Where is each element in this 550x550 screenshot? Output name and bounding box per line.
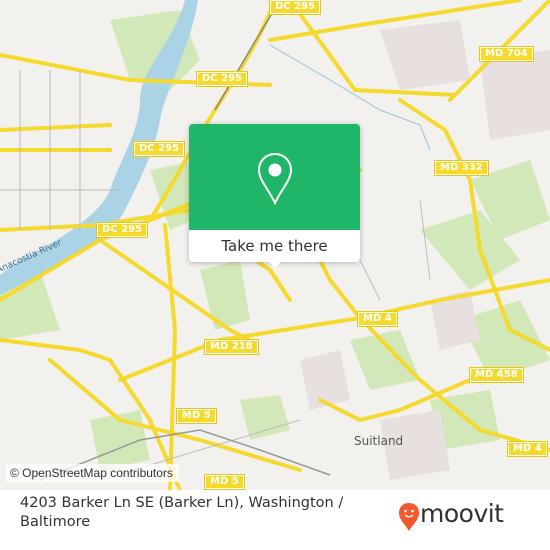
popup-pointer <box>267 260 283 268</box>
location-popup: Take me there <box>189 124 360 268</box>
road-shield-md218: MD 218 <box>204 339 259 355</box>
map[interactable]: Anacostia River DC 295 DC 295 DC 295 DC … <box>0 0 550 490</box>
footer: 4203 Barker Ln SE (Barker Ln), Washingto… <box>0 490 550 550</box>
moovit-pin-icon <box>399 503 419 531</box>
road-shield-md4: MD 4 <box>507 441 548 457</box>
road-shield-dc295: DC 295 <box>96 222 148 238</box>
railway-north <box>214 0 281 111</box>
road-shield-md5: MD 5 <box>176 408 217 424</box>
road-shield-dc295: DC 295 <box>133 141 185 157</box>
road-shield-md4: MD 4 <box>357 311 398 327</box>
map-pin-icon <box>257 152 293 206</box>
attribution[interactable]: © OpenStreetMap contributors <box>6 464 179 482</box>
place-label-suitland: Suitland <box>354 434 404 448</box>
moovit-wordmark: moovit <box>420 499 504 528</box>
road-shield-md458: MD 458 <box>469 367 524 383</box>
road-shield-md704: MD 704 <box>479 46 534 62</box>
road-shield-md332: MD 332 <box>434 160 489 176</box>
road-shield-dc295: DC 295 <box>196 71 248 87</box>
road-shield-md5: MD 5 <box>204 474 245 490</box>
address-text: 4203 Barker Ln SE (Barker Ln), Washingto… <box>20 495 344 530</box>
take-me-there-button[interactable]: Take me there <box>189 230 360 262</box>
road-shield-dc295: DC 295 <box>269 0 321 15</box>
